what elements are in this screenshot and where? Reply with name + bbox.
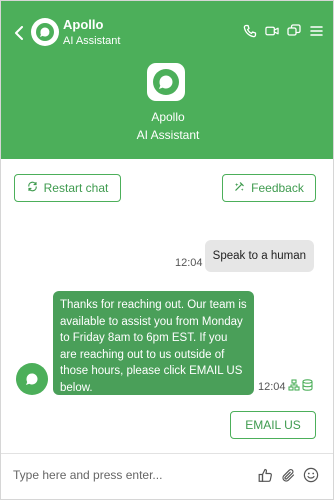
menu-icon[interactable] [309, 23, 323, 39]
email-us-button[interactable]: EMAIL US [230, 411, 316, 439]
database-icon [301, 379, 313, 394]
chat-widget: Apollo AI Assistant Apollo AI Assistant [0, 0, 334, 500]
phone-icon[interactable] [243, 23, 257, 39]
feedback-label: Feedback [251, 181, 304, 195]
video-icon[interactable] [265, 23, 279, 39]
restart-chat-button[interactable]: Restart chat [14, 174, 121, 202]
profile-subtitle: AI Assistant [136, 128, 200, 142]
feedback-icon [234, 181, 245, 195]
workflow-icon [287, 379, 300, 394]
user-message-bubble: Speak to a human [204, 240, 314, 272]
assistant-avatar [31, 18, 59, 46]
email-us-label: EMAIL US [245, 418, 301, 432]
chat-logo-icon [153, 69, 179, 95]
assistant-subtitle: AI Assistant [63, 35, 121, 47]
restart-chat-label: Restart chat [43, 181, 109, 195]
back-chevron-icon[interactable] [11, 23, 27, 43]
composer-divider [1, 453, 333, 454]
bot-message-text: Thanks for reaching out. Our team is ava… [60, 299, 247, 394]
composer-actions [257, 467, 319, 483]
assistant-name: Apollo [63, 17, 104, 32]
chat-header: Apollo AI Assistant Apollo AI Assistant [1, 1, 333, 159]
chat-logo-icon [36, 23, 54, 41]
chat-logo-icon [26, 373, 38, 385]
assistant-profile-avatar [147, 63, 185, 101]
bot-avatar [16, 363, 48, 395]
header-actions [243, 23, 323, 39]
bot-message-bubble: Thanks for reaching out. Our team is ava… [53, 291, 254, 395]
message-input[interactable] [13, 465, 243, 485]
feedback-button[interactable]: Feedback [222, 174, 316, 202]
attachment-icon[interactable] [280, 467, 296, 483]
thumbs-up-icon[interactable] [257, 467, 273, 483]
profile-name: Apollo [151, 110, 185, 124]
user-message-text: Speak to a human [212, 250, 306, 262]
refresh-icon [27, 181, 38, 195]
emoji-icon[interactable] [303, 467, 319, 483]
user-message-time: 12:04 [175, 257, 203, 269]
bot-message-meta: 12:04 [258, 379, 313, 394]
chat-bubbles-icon[interactable] [287, 23, 301, 39]
bot-message-time: 12:04 [258, 380, 286, 393]
